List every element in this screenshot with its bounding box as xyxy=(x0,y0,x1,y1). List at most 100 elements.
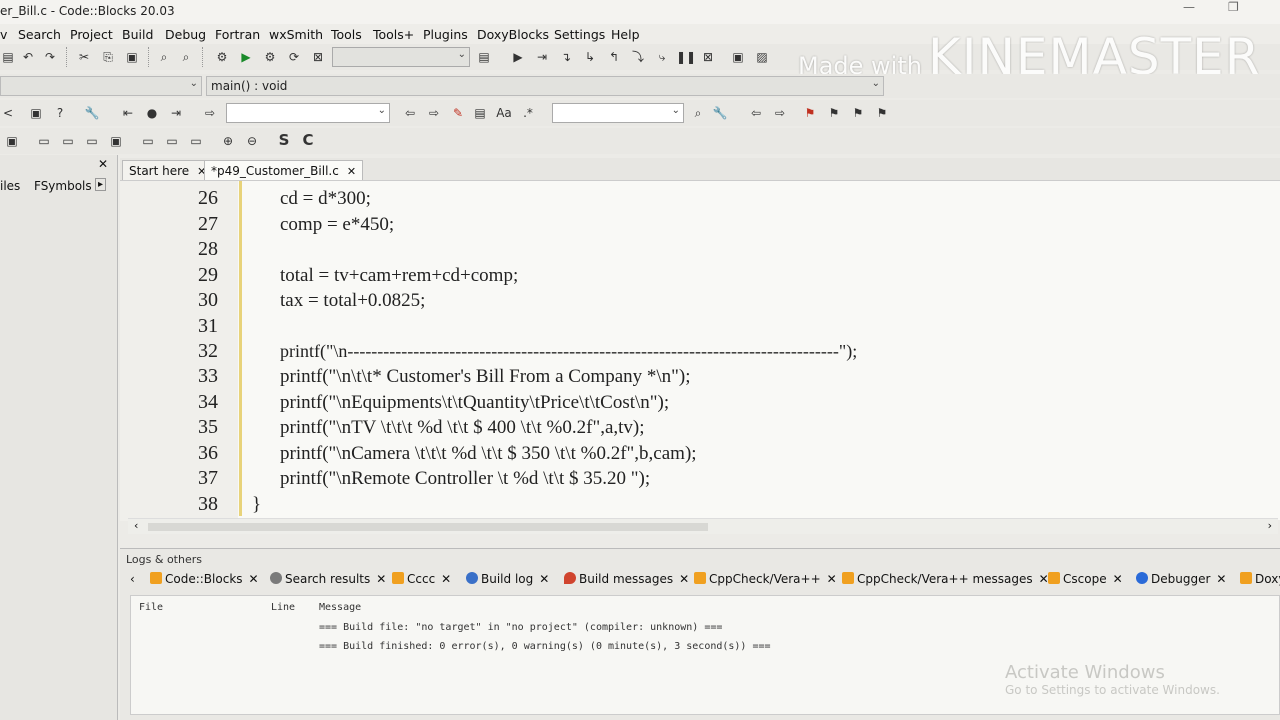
arrow-right-icon[interactable]: ⇨ xyxy=(426,105,442,121)
help-icon[interactable]: ? xyxy=(52,105,68,121)
tab-cscope[interactable]: Cscope ✕ xyxy=(1048,572,1123,586)
search-combo-1[interactable]: ⌄ xyxy=(226,103,390,123)
code-line[interactable]: printf("\nRemote Controller \t %d \t\t $… xyxy=(280,468,650,490)
match-case-icon[interactable]: Aa xyxy=(496,105,512,121)
close-icon[interactable]: ✕ xyxy=(441,572,451,586)
debug-window-icon[interactable]: ▤ xyxy=(476,49,492,65)
code-line[interactable]: } xyxy=(252,494,261,516)
close-icon[interactable]: ✕ xyxy=(249,572,259,586)
next-instruction-icon[interactable]: ⤵ xyxy=(630,49,646,65)
menu-doxyblocks[interactable]: DoxyBlocks xyxy=(477,27,549,42)
menu-help[interactable]: Help xyxy=(611,27,640,42)
tab-customer-bill[interactable]: *p49_Customer_Bill.c ✕ xyxy=(204,160,364,180)
c-icon[interactable]: C xyxy=(300,132,316,148)
close-icon[interactable]: ✕ xyxy=(98,157,108,171)
function-combo[interactable]: main() : void ⌄ xyxy=(206,76,884,96)
scroll-right-icon[interactable]: › xyxy=(1268,519,1272,532)
menu-search[interactable]: Search xyxy=(18,27,61,42)
code-line[interactable]: tax = total+0.0825; xyxy=(280,290,425,312)
flag-icon[interactable]: ⚑ xyxy=(802,105,818,121)
layout-icon[interactable]: ▣ xyxy=(108,133,124,149)
cut-icon[interactable]: ✂ xyxy=(76,49,92,65)
layout-icon[interactable]: ▭ xyxy=(36,133,52,149)
horizontal-scrollbar[interactable]: ‹ › xyxy=(128,518,1278,534)
highlight-icon[interactable]: ✎ xyxy=(450,105,466,121)
scroll-left-icon[interactable]: ‹ xyxy=(134,519,138,532)
run-to-cursor-icon[interactable]: ⇥ xyxy=(534,49,550,65)
code-editor[interactable]: 26 27 28 29 30 31 32 33 34 35 36 37 38 c… xyxy=(120,180,1280,521)
find-icon[interactable]: ⌕ xyxy=(690,105,706,121)
panel-icon[interactable]: ▭ xyxy=(164,133,180,149)
menu-plugins[interactable]: Plugins xyxy=(423,27,468,42)
maximize-icon[interactable]: ❐ xyxy=(1228,0,1239,14)
find-options-icon[interactable]: 🔧 xyxy=(712,105,728,121)
tab-build-messages[interactable]: Build messages ✕ xyxy=(564,572,689,586)
regex-icon[interactable]: .* xyxy=(520,105,536,121)
tab-build-log[interactable]: Build log ✕ xyxy=(466,572,549,586)
zoom-in-icon[interactable]: ⊕ xyxy=(220,133,236,149)
replace-icon[interactable]: ⌕ xyxy=(178,49,194,65)
wrench-icon[interactable]: 🔧 xyxy=(84,105,100,121)
zoom-out-icon[interactable]: ⊖ xyxy=(244,133,260,149)
open-icon[interactable]: ▤ xyxy=(0,49,16,65)
menu-settings[interactable]: Settings xyxy=(554,27,605,42)
menu-wxsmith[interactable]: wxSmith xyxy=(269,27,323,42)
s-icon[interactable]: S xyxy=(276,132,292,148)
menu-fortran[interactable]: Fortran xyxy=(215,27,260,42)
tab-scroll-left-icon[interactable]: ‹ xyxy=(130,572,135,586)
menu-view[interactable]: v xyxy=(0,27,7,42)
code-line[interactable]: printf("\nCamera \t\t\t %d \t\t $ 350 \t… xyxy=(280,443,697,465)
close-icon[interactable]: ✕ xyxy=(1216,572,1226,586)
code-line[interactable]: printf("\n\t\t* Customer's Bill From a C… xyxy=(280,366,691,388)
close-icon[interactable]: ✕ xyxy=(347,165,356,178)
step-out-icon[interactable]: ↰ xyxy=(606,49,622,65)
code-line[interactable]: printf("\n------------------------------… xyxy=(280,341,857,362)
abort-icon[interactable]: ⊠ xyxy=(310,49,326,65)
arrow-left-icon[interactable]: ⇦ xyxy=(748,105,764,121)
wx-icon[interactable]: ▣ xyxy=(4,133,20,149)
find-icon[interactable]: ⌕ xyxy=(156,49,172,65)
code-line[interactable]: cd = d*300; xyxy=(280,188,371,210)
panel-icon[interactable]: ▭ xyxy=(140,133,156,149)
close-icon[interactable]: ✕ xyxy=(539,572,549,586)
build-target-combo[interactable]: ⌄ xyxy=(332,47,470,67)
layout-icon[interactable]: ▭ xyxy=(60,133,76,149)
pause-icon[interactable]: ❚❚ xyxy=(676,49,696,65)
tab-scroll-right-icon[interactable]: ▸ xyxy=(95,178,107,191)
prev-bookmark-icon[interactable]: ⚑ xyxy=(826,105,842,121)
paste-icon[interactable]: ▣ xyxy=(124,49,140,65)
tab-codeblocks-log[interactable]: Code::Blocks ✕ xyxy=(150,572,259,586)
debug-windows-icon[interactable]: ▣ xyxy=(730,49,746,65)
fsymbols-tab[interactable]: FSymbols xyxy=(34,179,92,193)
redo-icon[interactable]: ↷ xyxy=(42,49,58,65)
show-symbol-icon[interactable]: ⇨ xyxy=(202,105,218,121)
panel-icon[interactable]: ▭ xyxy=(188,133,204,149)
files-tab[interactable]: iles xyxy=(0,179,20,193)
next-bookmark-icon[interactable]: ⚑ xyxy=(850,105,866,121)
code-line[interactable]: comp = e*450; xyxy=(280,214,394,236)
tab-search-results[interactable]: Search results ✕ xyxy=(270,572,386,586)
close-icon[interactable]: ✕ xyxy=(376,572,386,586)
menu-project[interactable]: Project xyxy=(70,27,113,42)
tab-start-here[interactable]: Start here ✕ xyxy=(122,160,214,180)
menu-tools[interactable]: Tools xyxy=(331,27,362,42)
rebuild-icon[interactable]: ⟳ xyxy=(286,49,302,65)
tab-cccc[interactable]: Cccc ✕ xyxy=(392,572,451,586)
jump-back-icon[interactable]: ⇤ xyxy=(120,105,136,121)
arrow-left-icon[interactable]: ⇦ xyxy=(402,105,418,121)
build-run-icon[interactable]: ⚙ xyxy=(262,49,278,65)
jump-forward-icon[interactable]: ⇥ xyxy=(168,105,184,121)
stop-debug-icon[interactable]: ⊠ xyxy=(700,49,716,65)
clear-bookmarks-icon[interactable]: ⚑ xyxy=(874,105,890,121)
tab-cppcheck-vera-messages[interactable]: CppCheck/Vera++ messages ✕ xyxy=(842,572,1049,586)
code-line[interactable]: printf("\nTV \t\t\t %d \t\t $ 400 \t\t %… xyxy=(280,417,645,439)
tab-debugger[interactable]: Debugger ✕ xyxy=(1136,572,1226,586)
arrow-right-icon[interactable]: ⇨ xyxy=(772,105,788,121)
menu-tools-plus[interactable]: Tools+ xyxy=(373,27,414,42)
step-into-icon[interactable]: ↳ xyxy=(582,49,598,65)
debug-run-icon[interactable]: ▶ xyxy=(510,49,526,65)
tab-doxy[interactable]: Doxy xyxy=(1240,572,1280,586)
undo-icon[interactable]: ↶ xyxy=(20,49,36,65)
close-icon[interactable]: ✕ xyxy=(827,572,837,586)
back-icon[interactable]: < xyxy=(0,105,16,121)
